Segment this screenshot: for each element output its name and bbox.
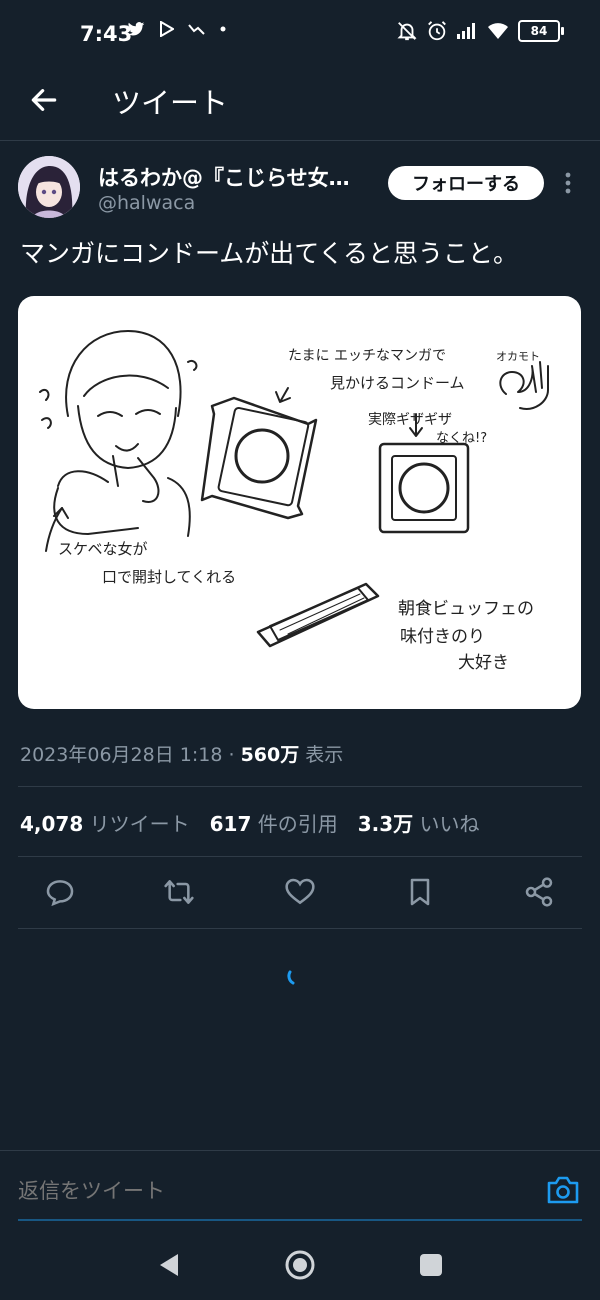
mute-icon <box>397 22 417 41</box>
caption-real-2: なくね!? <box>436 431 487 446</box>
likes-label: いいね <box>419 812 480 836</box>
nav-recents-icon[interactable] <box>414 1248 448 1282</box>
retweet-icon[interactable] <box>163 876 195 908</box>
caption-top-1: たまに エッチなマンガで <box>288 348 446 364</box>
caption-nori-2: 味付きのり <box>400 627 485 647</box>
caption-girl-2: 口で開封してくれる <box>102 568 236 586</box>
meta-separator: · <box>228 744 235 766</box>
quotes-stat[interactable]: 617 件の引用 <box>210 808 338 837</box>
reply-input[interactable] <box>18 1173 538 1209</box>
likes-stat[interactable]: 3.3万 いいね <box>358 808 480 837</box>
tweet-text: マンガにコンドームが出てくると思うこと。 <box>20 239 519 268</box>
status-bar: 7:43 84 <box>0 0 600 70</box>
caption-ok: オカモト <box>496 350 540 363</box>
divider <box>18 856 582 857</box>
play-store-icon <box>160 21 174 37</box>
quotes-label: 件の引用 <box>257 812 338 836</box>
camera-icon[interactable] <box>546 1175 580 1205</box>
more-options-icon[interactable] <box>560 170 576 196</box>
signal-icon <box>457 23 475 39</box>
caption-real-1: 実際ギザギザ <box>368 412 452 428</box>
quotes-count: 617 <box>209 812 252 836</box>
reply-underline <box>18 1219 582 1221</box>
divider <box>18 928 582 929</box>
alarm-icon <box>428 21 446 41</box>
author-handle[interactable]: @halwaca <box>98 192 195 214</box>
top-bar: ツイート <box>0 70 600 141</box>
caption-girl-1: スケベな女が <box>58 540 148 558</box>
wifi-icon <box>488 23 508 39</box>
reply-icon[interactable] <box>44 876 76 908</box>
tweet-author: はるわか@『こじらせ女… @halwaca フォローする <box>18 156 588 220</box>
back-arrow-icon[interactable] <box>28 84 60 116</box>
likes-count: 3.3万 <box>357 812 414 836</box>
caption-nori-1: 朝食ビュッフェの <box>398 599 534 619</box>
nav-back-icon[interactable] <box>152 1248 186 1282</box>
battery-level: 84 <box>530 24 548 38</box>
twitter-icon <box>127 22 145 36</box>
bookmark-icon[interactable] <box>404 876 436 908</box>
avatar[interactable] <box>18 156 80 218</box>
loading-spinner-icon <box>287 970 295 985</box>
tweet-actions <box>0 862 600 924</box>
retweets-stat[interactable]: 4,078 リツイート <box>20 808 190 837</box>
tweet-image[interactable]: たまに エッチなマンガで 見かけるコンドーム オカモト 実際ギザギザ なくね!?… <box>18 296 581 709</box>
like-heart-icon[interactable] <box>284 876 316 908</box>
status-time: 7:43 <box>80 22 133 46</box>
trend-icon <box>188 24 205 35</box>
caption-top-2: 見かけるコンドーム <box>330 374 465 392</box>
views-count: 560万 <box>240 744 300 766</box>
tweet-meta: 2023年06月28日 1:18 · 560万 表示 <box>20 740 343 767</box>
author-name[interactable]: はるわか@『こじらせ女… <box>98 162 378 192</box>
divider <box>18 786 582 787</box>
views-label: 表示 <box>305 744 344 766</box>
battery-icon: 84 <box>518 20 564 42</box>
tweet-stats: 4,078 リツイート 617 件の引用 3.3万 いいね <box>20 808 480 837</box>
retweets-count: 4,078 <box>20 812 84 836</box>
follow-button[interactable]: フォローする <box>388 166 544 200</box>
dot-icon <box>220 26 226 32</box>
share-icon[interactable] <box>523 876 555 908</box>
retweets-label: リツイート <box>89 812 190 836</box>
nav-home-icon[interactable] <box>283 1248 317 1282</box>
android-nav-bar <box>0 1230 600 1300</box>
caption-nori-3: 大好き <box>458 653 509 673</box>
reply-bar <box>0 1150 600 1231</box>
tweet-timestamp[interactable]: 2023年06月28日 1:18 <box>20 744 222 766</box>
page-title: ツイート <box>112 86 229 120</box>
manga-sketch: たまに エッチなマンガで 見かけるコンドーム オカモト 実際ギザギザ なくね!?… <box>39 330 549 673</box>
